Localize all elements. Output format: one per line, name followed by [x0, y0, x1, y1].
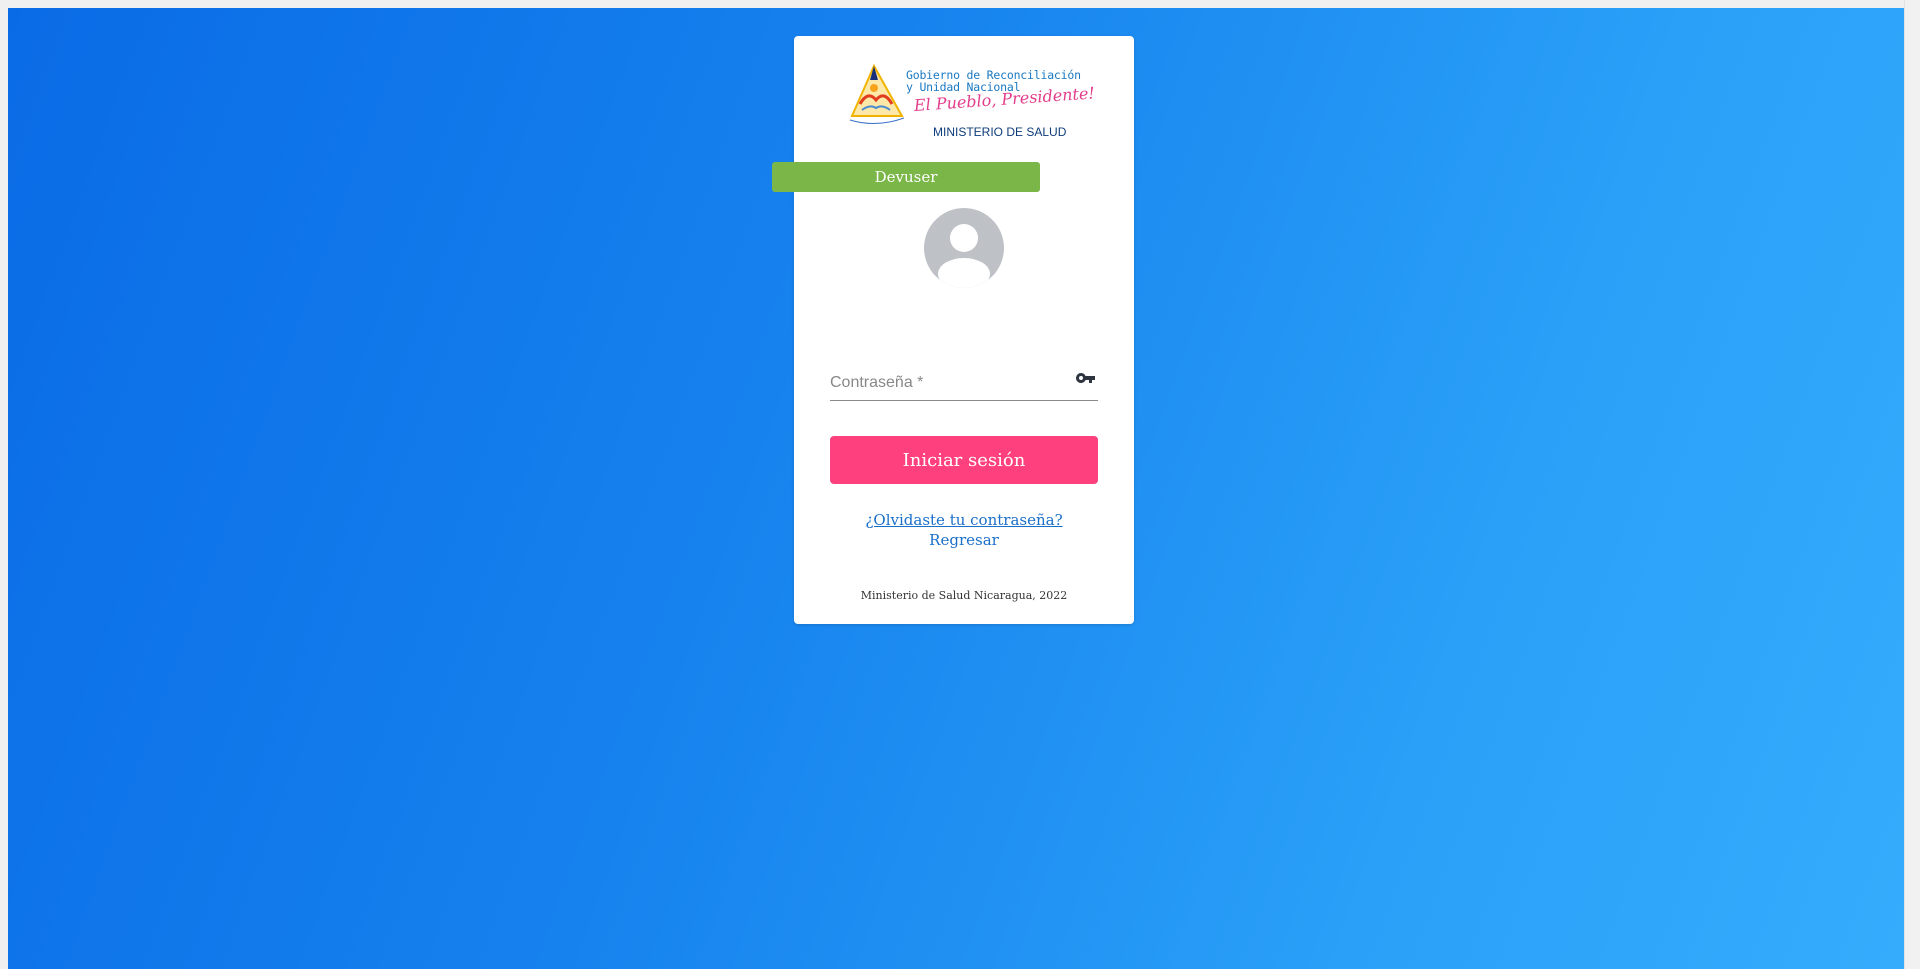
password-input[interactable] [830, 370, 1060, 396]
login-button[interactable]: Iniciar sesión [830, 436, 1098, 484]
government-logo: Gobierno de Reconciliación y Unidad Naci… [846, 64, 1095, 139]
password-field[interactable] [830, 366, 1098, 401]
footer-copyright: Ministerio de Salud Nicaragua, 2022 [860, 589, 1068, 602]
emblem-icon [849, 64, 905, 124]
login-card: Gobierno de Reconciliación y Unidad Naci… [794, 36, 1134, 624]
back-link[interactable]: Regresar [794, 531, 1134, 549]
vertical-scrollbar[interactable] [1904, 0, 1920, 969]
forgot-password-link[interactable]: ¿Olvidaste tu contraseña? [794, 511, 1134, 529]
ministry-name: MINISTERIO DE SALUD [933, 125, 1067, 139]
page-background: Gobierno de Reconciliación y Unidad Naci… [8, 8, 1905, 969]
username-banner: Devuser [772, 162, 1040, 192]
key-icon[interactable] [1074, 368, 1098, 392]
user-avatar-icon [924, 208, 1004, 288]
